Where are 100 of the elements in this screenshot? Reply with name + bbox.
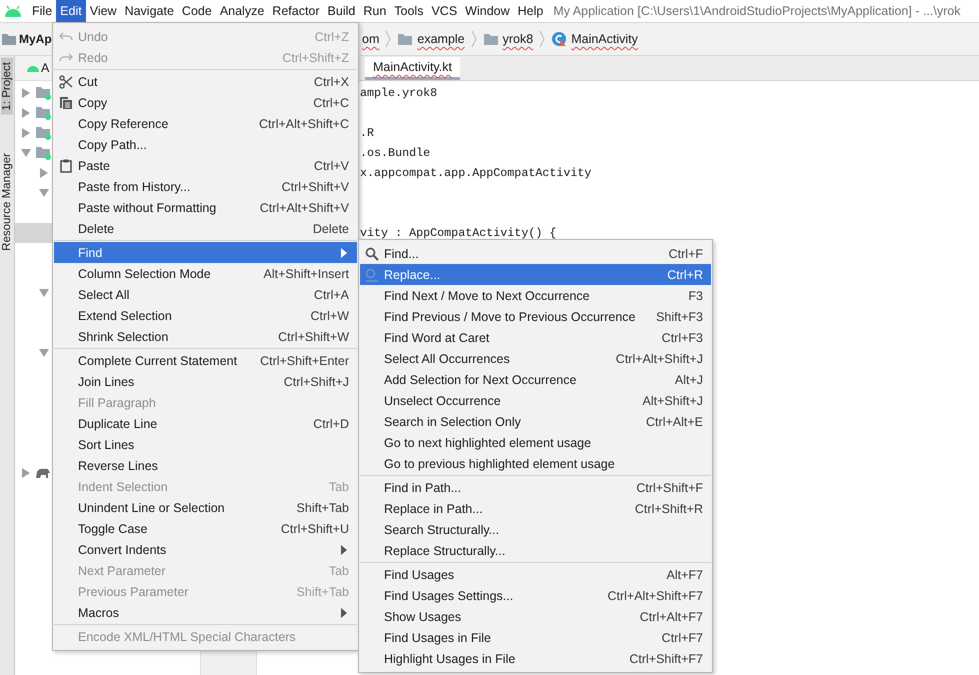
menu-bar-item[interactable]: Window [461, 0, 514, 22]
copy-icon [59, 96, 73, 110]
code-line: .os.Bundle [360, 145, 432, 162]
menu-item[interactable]: Paste from History... Ctrl+Shift+V [54, 176, 357, 197]
menu-item[interactable]: Find in Path... Ctrl+Shift+F [360, 477, 711, 498]
menu-bar-item[interactable]: VCS [427, 0, 462, 22]
collapsed-arrow-icon[interactable] [39, 168, 49, 178]
expanded-arrow-icon[interactable] [21, 148, 31, 158]
project-name[interactable]: MyAp [19, 32, 52, 46]
tool-window-tab[interactable]: 1: Project [1, 58, 13, 115]
search-icon [365, 246, 379, 260]
menu-item[interactable]: Find Previous / Move to Previous Occurrence Shift+F3 [360, 306, 711, 327]
menu-bar-item[interactable]: Edit [56, 0, 86, 22]
menu-item[interactable]: Find Usages in File Ctrl+F7 [360, 627, 711, 648]
panel-view-selector[interactable]: A [41, 61, 50, 75]
menu-item[interactable]: Macros [54, 602, 357, 623]
menu-item[interactable]: Find Next / Move to Next Occurrence F3 [360, 285, 711, 306]
menu-item[interactable]: Find Word at Caret Ctrl+F3 [360, 327, 711, 348]
code-line: x.appcompat.app.AppCompatActivity [360, 165, 592, 182]
menu-bar-item[interactable]: Tools [390, 0, 428, 22]
menu-item[interactable]: Find [54, 242, 357, 263]
menu-bar-item[interactable]: View [86, 0, 121, 22]
menu-item[interactable]: Copy Path... [54, 134, 357, 155]
menu-item[interactable]: Replace in Path... Ctrl+Shift+R [360, 498, 711, 519]
menu-bar-item[interactable]: Navigate [120, 0, 178, 22]
redo-icon [59, 52, 73, 62]
chevron-icon [385, 30, 392, 48]
expanded-arrow-icon[interactable] [39, 188, 49, 198]
menu-bar-item[interactable]: Build [324, 0, 360, 22]
folder-icon [482, 32, 499, 46]
menu-item[interactable]: Complete Current Statement Ctrl+Shift+Enter [54, 350, 357, 371]
undo-icon [59, 32, 73, 42]
tool-window-tab[interactable]: Resource Manager [1, 148, 13, 254]
code-line: .R [360, 125, 376, 142]
menu-item[interactable]: Duplicate Line Ctrl+D [54, 413, 357, 434]
expanded-arrow-icon[interactable] [39, 348, 49, 358]
module-folder-icon [35, 105, 51, 121]
menu-bar-item[interactable]: Code [178, 0, 216, 22]
menu-item[interactable]: Shrink Selection Ctrl+Shift+W [54, 326, 357, 347]
menu-item[interactable]: Go to previous highlighted element usage [360, 453, 711, 474]
breadcrumb-item[interactable]: om [362, 32, 380, 46]
menu-item[interactable]: Toggle Case Ctrl+Shift+U [54, 518, 357, 539]
menu-item[interactable]: Paste Ctrl+V [54, 155, 357, 176]
replace-icon [365, 268, 379, 282]
menu-item[interactable]: Replace... Ctrl+R [360, 264, 711, 285]
chevron-icon [470, 30, 477, 48]
menu-item[interactable]: Cut Ctrl+X [54, 71, 357, 92]
collapsed-arrow-icon[interactable] [21, 468, 31, 478]
menu-item[interactable]: Highlight Usages in File Ctrl+Shift+F7 [360, 648, 711, 669]
code-line: vity : AppCompatActivity() { [360, 225, 558, 242]
menu-item[interactable]: Reverse Lines [54, 455, 357, 476]
menu-item[interactable]: Extend Selection Ctrl+W [54, 305, 357, 326]
menu-item[interactable]: Unindent Line or Selection Shift+Tab [54, 497, 357, 518]
menu-item[interactable]: Select All Ctrl+A [54, 284, 357, 305]
menu-item[interactable]: Unselect Occurrence Alt+Shift+J [360, 390, 711, 411]
android-logo-icon [3, 5, 23, 17]
menu-item[interactable]: Copy Reference Ctrl+Alt+Shift+C [54, 113, 357, 134]
breadcrumb-item[interactable]: example [417, 32, 465, 46]
menu-item[interactable]: Delete Delete [54, 218, 357, 239]
menu-bar-item[interactable]: Refactor [268, 0, 324, 22]
menu-item[interactable]: Column Selection Mode Alt+Shift+Insert [54, 263, 357, 284]
menu-item[interactable]: Replace Structurally... [360, 540, 711, 561]
android-icon [26, 64, 40, 72]
module-folder-icon [35, 145, 51, 161]
chevron-icon [539, 30, 546, 48]
menu-item[interactable]: Find... Ctrl+F [360, 243, 711, 264]
submenu-arrow-icon [341, 608, 347, 618]
menu-item[interactable]: Search Structurally... [360, 519, 711, 540]
scissors-icon [59, 74, 73, 88]
menu-item[interactable]: Join Lines Ctrl+Shift+J [54, 371, 357, 392]
clipboard-icon [60, 158, 72, 172]
menu-item[interactable]: Show Usages Ctrl+Alt+F7 [360, 606, 711, 627]
folder-icon [1, 32, 17, 46]
menu-item[interactable]: Search in Selection Only Ctrl+Alt+E [360, 411, 711, 432]
breadcrumb-item[interactable]: MainActivity [571, 32, 638, 46]
submenu-arrow-icon [341, 544, 347, 554]
menu-item[interactable]: Add Selection for Next Occurrence Alt+J [360, 369, 711, 390]
menu-bar-item[interactable]: File [28, 0, 56, 22]
menu-item[interactable]: Go to next highlighted element usage [360, 432, 711, 453]
menu-item[interactable]: Sort Lines [54, 434, 357, 455]
menu-item[interactable]: Copy Ctrl+C [54, 92, 357, 113]
submenu-arrow-icon [341, 248, 347, 258]
menu-item[interactable]: Find Usages Settings... Ctrl+Alt+Shift+F7 [360, 585, 711, 606]
window-title: My Application [C:\Users\1\AndroidStudioProjects\MyApplication] - ...\yrok [552, 4, 960, 18]
menu-item[interactable]: Select All Occurrences Ctrl+Alt+Shift+J [360, 348, 711, 369]
menu-bar-item[interactable]: Run [359, 0, 390, 22]
code-line: ample.yrok8 [360, 85, 438, 102]
editor-tab[interactable]: MainActivity.kt [365, 57, 460, 80]
menu-item[interactable]: Find Usages Alt+F7 [360, 564, 711, 585]
class-icon [551, 31, 568, 47]
folder-icon [397, 32, 414, 46]
menu-item[interactable]: Convert Indents [54, 539, 357, 560]
menu-item[interactable]: Paste without Formatting Ctrl+Alt+Shift+V [54, 197, 357, 218]
module-folder-icon [35, 125, 51, 141]
module-folder-icon [35, 85, 51, 101]
breadcrumb-item[interactable]: yrok8 [502, 32, 534, 46]
elephant-icon [35, 467, 51, 479]
expanded-arrow-icon[interactable] [39, 288, 49, 298]
menu-bar-item[interactable]: Help [514, 0, 548, 22]
menu-bar-item[interactable]: Analyze [216, 0, 268, 22]
